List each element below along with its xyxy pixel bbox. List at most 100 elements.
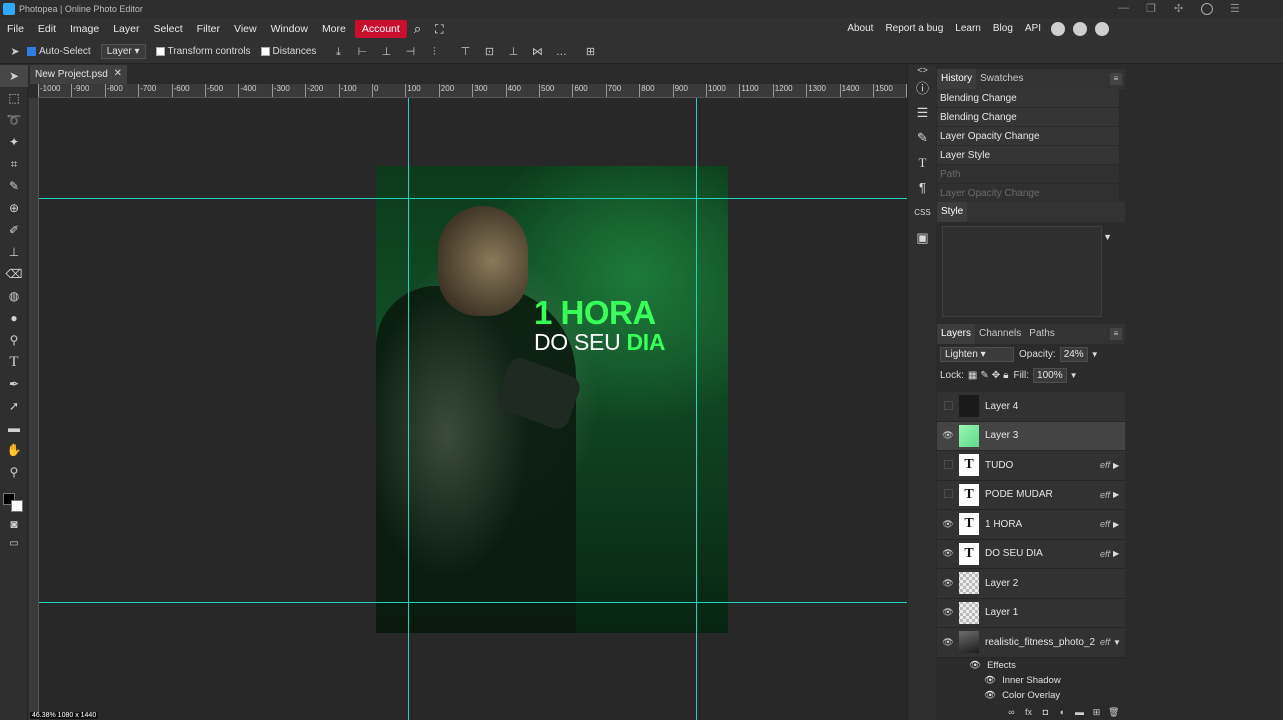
eye-icon[interactable]: 👁︎ [969,660,981,671]
history-item[interactable]: Layer Style [937,146,1119,165]
background-color-swatch[interactable] [11,500,23,512]
fill-dropdown-icon[interactable]: ▼ [1070,371,1078,380]
layer-row[interactable]: 👁︎ Layer 1 [937,598,1125,628]
chevron-down-icon[interactable]: ▼ [1113,638,1125,647]
eye-hidden-icon[interactable] [937,489,959,500]
about-link[interactable]: About [841,20,879,38]
tab-channels[interactable]: Channels [975,324,1025,344]
crop-tool-icon[interactable]: ⌗ [0,153,28,175]
style-preview-box[interactable] [942,226,1102,317]
lock-all-icon[interactable]: 🔒︎ [1003,370,1008,381]
facebook-icon[interactable] [1095,22,1109,36]
layer-row[interactable]: 👁︎ T DO SEU DIA eff ▶ [937,539,1125,569]
tab-paths[interactable]: Paths [1025,324,1059,344]
chevron-right-icon[interactable]: ▶ [1113,490,1125,499]
eye-hidden-icon[interactable] [937,401,959,412]
window-menu-icon[interactable]: ☰ [1230,2,1240,15]
blur-tool-icon[interactable]: ● [0,307,28,329]
twitter-icon[interactable] [1073,22,1087,36]
layer-row[interactable]: 👁︎ realistic_fitness_photo_2 eff ▼ [937,628,1125,658]
move-tool-icon[interactable]: ➤ [8,45,22,59]
transform-controls-checkbox[interactable]: Transform controls [155,46,251,57]
guide-vertical[interactable] [696,98,697,720]
tab-style[interactable]: Style [937,202,968,222]
pen-tool-icon[interactable]: ✒ [0,373,28,395]
chevron-right-icon[interactable]: ▶ [1113,461,1125,470]
opacity-dropdown-icon[interactable]: ▼ [1091,350,1099,359]
profile-icon[interactable] [1201,3,1213,15]
eye-icon[interactable]: 👁︎ [984,690,996,701]
fullscreen-icon[interactable]: ⛶ [428,20,450,38]
distances-checkbox[interactable]: Distances [260,46,316,57]
history-item[interactable]: Layer Opacity Change [937,127,1119,146]
magic-wand-tool-icon[interactable]: ✦ [0,131,28,153]
eye-icon[interactable]: 👁︎ [984,675,996,686]
paint-bucket-tool-icon[interactable]: ◍ [0,285,28,307]
canvas-area[interactable]: 1 HORA DO SEU DIA [39,98,907,720]
align-right-icon[interactable]: ⊣ [403,45,417,59]
fill-input[interactable]: 100% [1033,368,1067,383]
effect-inner-shadow[interactable]: 👁︎ Inner Shadow [969,673,1125,688]
guide-horizontal[interactable] [39,198,907,199]
path-select-tool-icon[interactable]: ➚ [0,395,28,417]
reddit-icon[interactable] [1051,22,1065,36]
search-icon[interactable]: ⌕ [407,20,428,38]
menu-window[interactable]: Window [264,20,315,38]
css-icon[interactable]: CSS [908,200,937,225]
eye-icon[interactable]: 👁︎ [937,519,959,530]
eye-icon[interactable]: 👁︎ [937,548,959,559]
menu-view[interactable]: View [227,20,264,38]
menu-layer[interactable]: Layer [106,20,146,38]
style-dropdown-icon[interactable]: ▼ [1103,232,1112,242]
effects-row[interactable]: 👁︎ Effects [969,658,1125,673]
trash-icon[interactable]: 🗑︎ [1108,707,1119,718]
lock-position-icon[interactable]: ✥ [992,370,1000,381]
brush-tool-icon[interactable]: ✐ [0,219,28,241]
stamp-tool-icon[interactable]: ⊥ [0,241,28,263]
lock-pixels-icon[interactable]: ✎ [980,370,988,381]
layer-row[interactable]: 👁︎ Layer 2 [937,569,1125,599]
eye-hidden-icon[interactable] [937,460,959,471]
lock-transparency-icon[interactable]: ▦ [968,370,977,381]
healing-tool-icon[interactable]: ⊕ [0,197,28,219]
align-top-icon[interactable]: ⊤ [458,45,472,59]
panel-menu-icon[interactable]: ≡ [1110,328,1122,340]
menu-filter[interactable]: Filter [190,20,227,38]
menu-image[interactable]: Image [63,20,106,38]
chevron-right-icon[interactable]: ▶ [1113,520,1125,529]
eye-icon[interactable]: 👁︎ [937,578,959,589]
marquee-tool-icon[interactable]: ⬚ [0,87,28,109]
zoom-tool-icon[interactable]: ⚲ [0,461,28,483]
fx-icon[interactable]: eff [1100,519,1110,529]
eyedropper-tool-icon[interactable]: ✎ [0,175,28,197]
screen-mode-icon[interactable]: ▭ [0,532,28,554]
fx-icon[interactable]: eff [1100,490,1110,500]
align-left-icon[interactable]: ⊢ [355,45,369,59]
image-icon[interactable]: ▣ [908,225,937,250]
layer-row[interactable]: T TUDO eff ▶ [937,451,1125,481]
minimize-icon[interactable]: — [1118,2,1129,14]
layer-row[interactable]: 👁︎ T 1 HORA eff ▶ [937,510,1125,540]
collapse-icon[interactable]: <> [908,65,937,75]
effect-color-overlay[interactable]: 👁︎ Color Overlay [969,688,1125,703]
fx-icon[interactable]: eff [1100,637,1110,647]
eye-icon[interactable]: 👁︎ [937,430,959,441]
distribute-horizontal-icon[interactable]: ⋈ [530,45,544,59]
more-options-icon[interactable]: … [554,45,568,59]
align-middle-icon[interactable]: ⊡ [482,45,496,59]
menu-file[interactable]: File [0,20,31,38]
eye-icon[interactable]: 👁︎ [937,637,959,648]
history-item[interactable]: Path [937,165,1119,184]
hand-tool-icon[interactable]: ✋ [0,439,28,461]
copy-icon[interactable]: ❐ [1146,2,1156,15]
layer-row[interactable]: 👁︎ Layer 3 [937,421,1125,451]
blend-mode-dropdown[interactable]: Lighten ▾ [940,347,1014,362]
rectangle-tool-icon[interactable]: ▬ [0,417,28,439]
guide-horizontal[interactable] [39,602,907,603]
mask-icon[interactable]: ◘ [1040,707,1051,718]
tab-swatches[interactable]: Swatches [976,69,1027,89]
layer-row[interactable]: T PODE MUDAR eff ▶ [937,480,1125,510]
fx-icon[interactable]: fx [1023,707,1034,718]
learn-link[interactable]: Learn [949,20,987,38]
report-bug-link[interactable]: Report a bug [879,20,949,38]
